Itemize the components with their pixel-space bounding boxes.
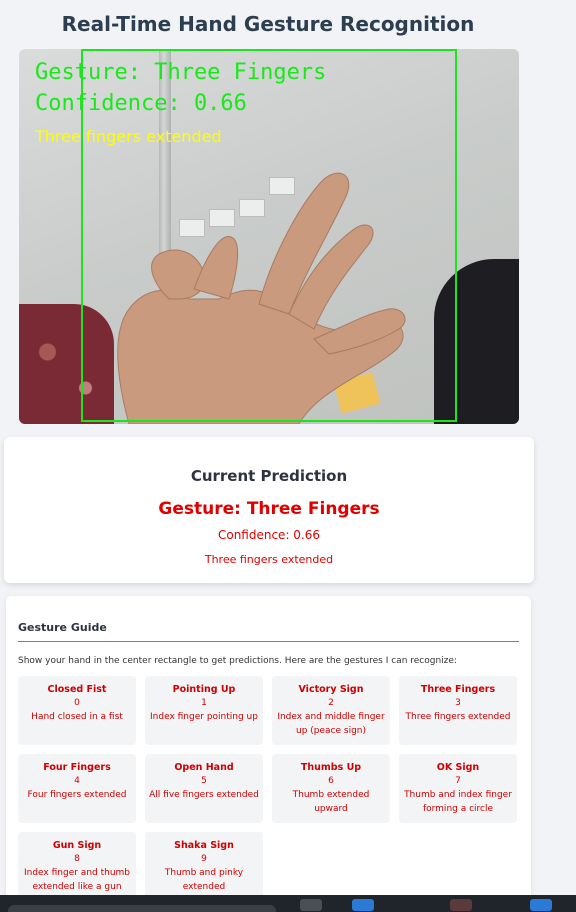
gesture-index: 4 <box>74 776 80 786</box>
gesture-description: Thumb and pinky extended <box>164 868 244 892</box>
taskbar-app-icon[interactable] <box>450 899 472 911</box>
gesture-description: Three fingers extended <box>405 712 511 722</box>
gesture-index: 6 <box>328 776 334 786</box>
gesture-card: Closed Fist 0 Hand closed in a fist <box>18 676 136 745</box>
gesture-card: Open Hand 5 All five fingers extended <box>145 754 263 823</box>
gesture-index: 8 <box>74 854 80 864</box>
prediction-card: Current Prediction Gesture: Three Finger… <box>4 437 534 583</box>
gesture-card: Three Fingers 3 Three fingers extended <box>399 676 517 745</box>
gesture-name: Pointing Up <box>172 684 236 695</box>
prediction-confidence: Confidence: 0.66 <box>217 528 321 542</box>
gesture-name: Thumbs Up <box>300 762 362 773</box>
taskbar-app-icon[interactable] <box>300 899 322 911</box>
gesture-description: Thumb extended upward <box>292 790 370 814</box>
gesture-description: Index and middle finger up (peace sign) <box>277 712 385 736</box>
gesture-name: OK Sign <box>436 762 480 773</box>
gesture-index: 3 <box>455 698 461 708</box>
gesture-card: OK Sign 7 Thumb and index finger forming… <box>399 754 517 823</box>
prediction-description: Three fingers extended <box>204 553 334 566</box>
gesture-index: 7 <box>455 776 461 786</box>
gesture-index: 5 <box>201 776 207 786</box>
os-taskbar <box>0 895 576 912</box>
gesture-guide: Gesture Guide Show your hand in the cent… <box>6 596 531 912</box>
camera-feed: Gesture: Three Fingers Confidence: 0.66 … <box>19 49 519 424</box>
gesture-name: Four Fingers <box>43 762 111 773</box>
gesture-card: Thumbs Up 6 Thumb extended upward <box>272 754 390 823</box>
gesture-name: Victory Sign <box>298 684 364 695</box>
gesture-name: Three Fingers <box>420 684 496 695</box>
gesture-name: Closed Fist <box>47 684 107 695</box>
gesture-description: Index finger pointing up <box>150 712 258 722</box>
overlay-description-text: Three fingers extended <box>35 127 222 146</box>
gesture-index: 1 <box>201 698 207 708</box>
taskbar-app-icon[interactable] <box>530 899 552 911</box>
gesture-index: 0 <box>74 698 80 708</box>
gesture-card: Pointing Up 1 Index finger pointing up <box>145 676 263 745</box>
gesture-description: Four fingers extended <box>27 790 127 800</box>
gesture-description: All five fingers extended <box>149 790 259 800</box>
gesture-name: Gun Sign <box>52 840 102 851</box>
gesture-description: Index finger and thumb extended like a g… <box>23 868 131 892</box>
gesture-name: Open Hand <box>174 762 234 773</box>
page-title: Real-Time Hand Gesture Recognition <box>61 12 475 36</box>
gesture-description: Thumb and index finger forming a circle <box>404 790 512 814</box>
taskbar-app-icon[interactable] <box>352 899 374 911</box>
guide-title: Gesture Guide <box>18 621 519 642</box>
overlay-gesture-text: Gesture: Three Fingers <box>35 60 327 85</box>
gesture-index: 2 <box>328 698 334 708</box>
gesture-card: Gun Sign 8 Index finger and thumb extend… <box>18 832 136 901</box>
guide-intro: Show your hand in the center rectangle t… <box>18 656 457 666</box>
gesture-index: 9 <box>201 854 207 864</box>
gesture-card: Victory Sign 2 Index and middle finger u… <box>272 676 390 745</box>
gesture-name: Shaka Sign <box>174 840 234 851</box>
prediction-heading: Current Prediction <box>190 467 348 485</box>
overlay-confidence-text: Confidence: 0.66 <box>35 91 247 116</box>
gesture-grid: Closed Fist 0 Hand closed in a fist Poin… <box>18 676 519 901</box>
gesture-card: Shaka Sign 9 Thumb and pinky extended <box>145 832 263 901</box>
gesture-description: Hand closed in a fist <box>31 712 123 722</box>
prediction-gesture: Gesture: Three Fingers <box>158 499 380 519</box>
taskbar-search-box[interactable] <box>8 905 276 912</box>
gesture-card: Four Fingers 4 Four fingers extended <box>18 754 136 823</box>
